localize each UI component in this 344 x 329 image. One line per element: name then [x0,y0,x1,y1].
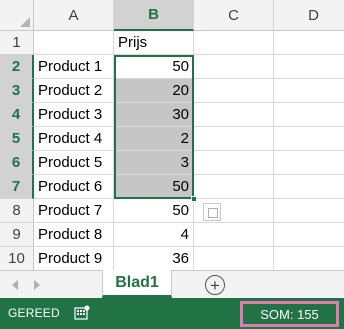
status-ready-label: GEREED [8,306,60,320]
column-header-d[interactable]: D [274,0,344,31]
row-header-1[interactable]: 1 [0,31,34,55]
select-all-triangle-icon [20,17,30,27]
cell-a7[interactable]: Product 6 [34,175,114,199]
cell-b2[interactable]: 50 [114,55,194,79]
cell-b1[interactable]: Prijs [114,31,194,55]
sheet-tab-blad1[interactable]: Blad1 [102,270,172,298]
cell-a10[interactable]: Product 9 [34,247,114,270]
cell-d2[interactable] [274,55,344,79]
cell-b8[interactable]: 50 [114,199,194,223]
cell-d6[interactable] [274,151,344,175]
cell-c3[interactable] [194,79,274,103]
cell-a1[interactable] [34,31,114,55]
cell-c5[interactable] [194,127,274,151]
select-all-corner[interactable] [0,0,34,31]
status-bar: GEREED SOM: 155 [0,298,344,329]
cell-b6[interactable]: 3 [114,151,194,175]
cell-b5[interactable]: 2 [114,127,194,151]
add-sheet-plus-icon[interactable]: + [205,275,225,295]
cell-d10[interactable] [274,247,344,270]
cell-d4[interactable] [274,103,344,127]
cell-a8[interactable]: Product 7 [34,199,114,223]
sheet-prev-icon[interactable] [12,280,18,290]
row-header-5[interactable]: 5 [0,127,34,151]
cell-d3[interactable] [274,79,344,103]
cell-c7[interactable] [194,175,274,199]
row-header-6[interactable]: 6 [0,151,34,175]
row-header-2[interactable]: 2 [0,55,34,79]
cell-b9[interactable]: 4 [114,223,194,247]
cell-a4[interactable]: Product 3 [34,103,114,127]
spreadsheet-grid: A B C D 1 Prijs 2 Product 1 50 3 Product 2 20 4 P… [0,0,344,270]
sheet-next-icon[interactable] [34,280,40,290]
cell-a2[interactable]: Product 1 [34,55,114,79]
cell-a5[interactable]: Product 4 [34,127,114,151]
quick-analysis-icon[interactable] [203,203,221,221]
sheet-tab-bar: Blad1 + [0,270,344,298]
cell-c2[interactable] [194,55,274,79]
cell-d1[interactable] [274,31,344,55]
sum-indicator[interactable]: SOM: 155 [240,301,339,327]
column-header-c[interactable]: C [194,0,274,31]
cell-c9[interactable] [194,223,274,247]
cell-d8[interactable] [274,199,344,223]
cell-b4[interactable]: 30 [114,103,194,127]
cell-c6[interactable] [194,151,274,175]
column-header-b[interactable]: B [114,0,194,31]
row-header-3[interactable]: 3 [0,79,34,103]
cell-b10[interactable]: 36 [114,247,194,270]
column-header-a[interactable]: A [34,0,114,31]
cell-a9[interactable]: Product 8 [34,223,114,247]
cell-c1[interactable] [194,31,274,55]
cell-d7[interactable] [274,175,344,199]
cell-d5[interactable] [274,127,344,151]
row-header-7[interactable]: 7 [0,175,34,199]
cell-b3[interactable]: 20 [114,79,194,103]
cell-a6[interactable]: Product 5 [34,151,114,175]
row-header-8[interactable]: 8 [0,199,34,223]
cell-d9[interactable] [274,223,344,247]
cell-b7[interactable]: 50 [114,175,194,199]
cell-c10[interactable] [194,247,274,270]
cell-c4[interactable] [194,103,274,127]
cell-a3[interactable]: Product 2 [34,79,114,103]
row-header-10[interactable]: 10 [0,247,34,270]
macro-record-icon[interactable] [74,305,90,321]
row-header-4[interactable]: 4 [0,103,34,127]
row-header-9[interactable]: 9 [0,223,34,247]
